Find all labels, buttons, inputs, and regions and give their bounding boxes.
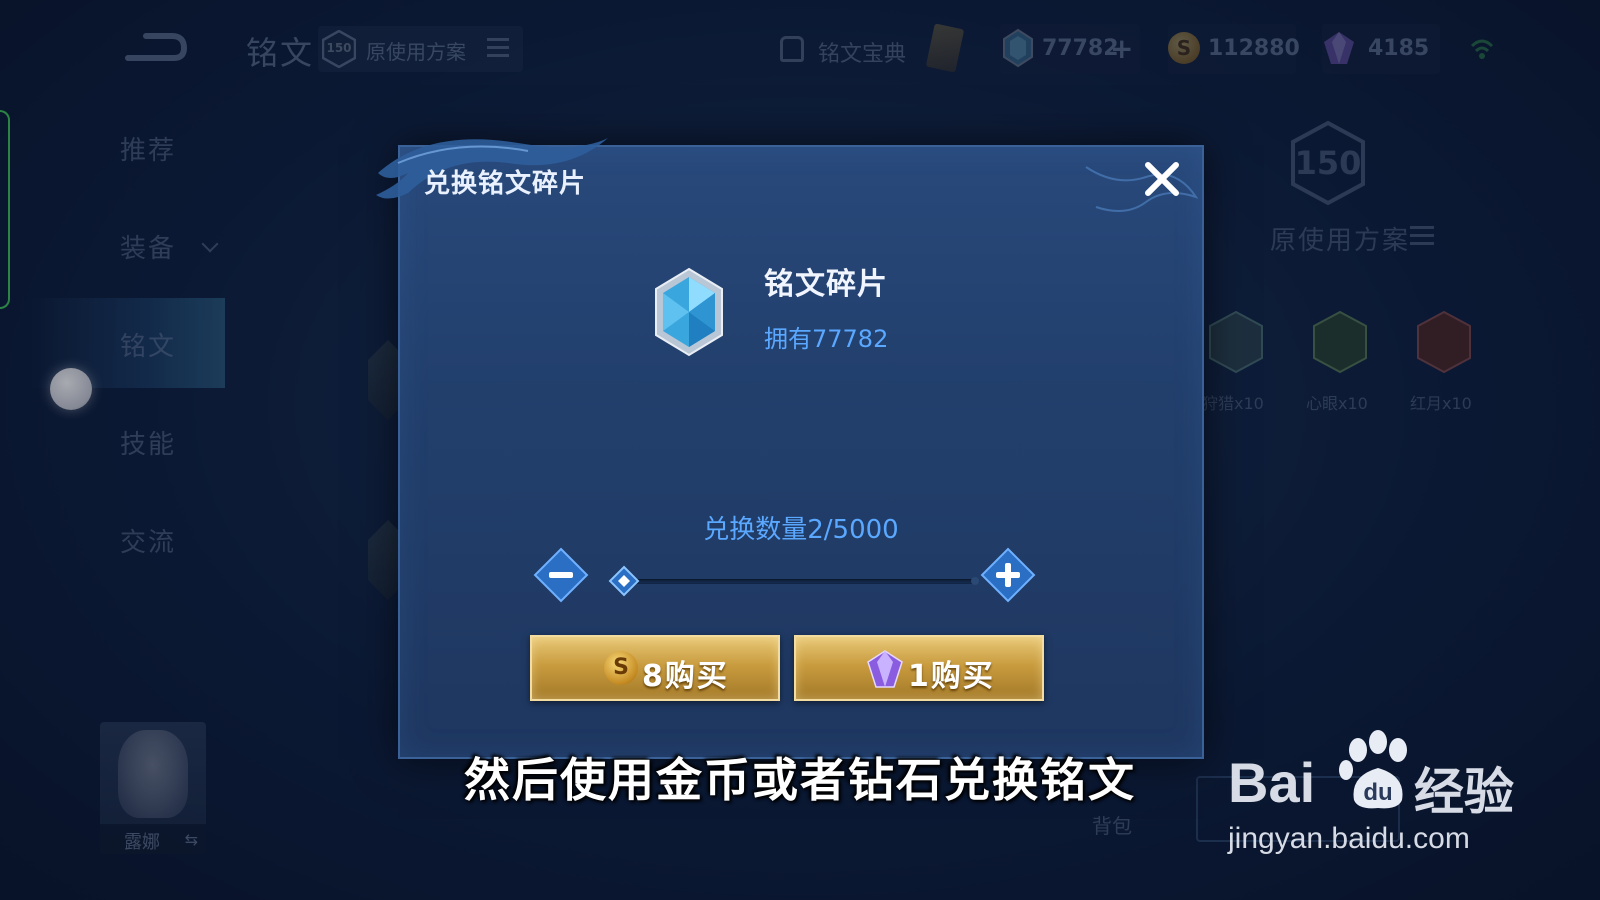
watermark-url: jingyan.baidu.com — [1228, 822, 1470, 855]
quantity-slider-track[interactable] — [626, 577, 979, 585]
item-name: 铭文碎片 — [764, 267, 888, 302]
quantity-label: 兑换数量2/5000 — [703, 515, 899, 545]
watermark-bai: Bai — [1228, 751, 1316, 814]
diamond-price-label: 1购买 — [908, 659, 995, 694]
owned-count: 拥有77782 — [764, 325, 889, 353]
increase-button[interactable] — [980, 547, 1036, 603]
close-icon[interactable] — [1142, 159, 1182, 199]
slider-end-dot — [971, 577, 979, 585]
diamond-icon — [867, 650, 903, 688]
exchange-dialog: 兑换铭文碎片 铭文碎片 拥有77782 兑换数量2/5000 S 8购买 1购买 — [376, 138, 1204, 759]
quantity-slider-handle[interactable] — [608, 565, 640, 597]
watermark-jingyan: 经验 — [1414, 763, 1514, 821]
baidu-jingyan-watermark: Bai du 经验 jingyan.baidu.com — [1228, 730, 1528, 870]
gold-coin-icon: S — [604, 651, 638, 685]
rune-shard-icon — [655, 267, 723, 357]
gold-price-label: 8购买 — [642, 659, 729, 694]
wave-ornament — [1085, 166, 1199, 212]
buy-with-diamond-button[interactable]: 1购买 — [794, 635, 1044, 701]
baidu-paw-logo-icon: du — [1339, 730, 1407, 809]
watermark-du: du — [1363, 779, 1392, 806]
decrease-button[interactable] — [533, 547, 589, 603]
dialog-title: 兑换铭文碎片 — [424, 169, 587, 199]
buy-with-gold-button[interactable]: S 8购买 — [530, 635, 780, 701]
